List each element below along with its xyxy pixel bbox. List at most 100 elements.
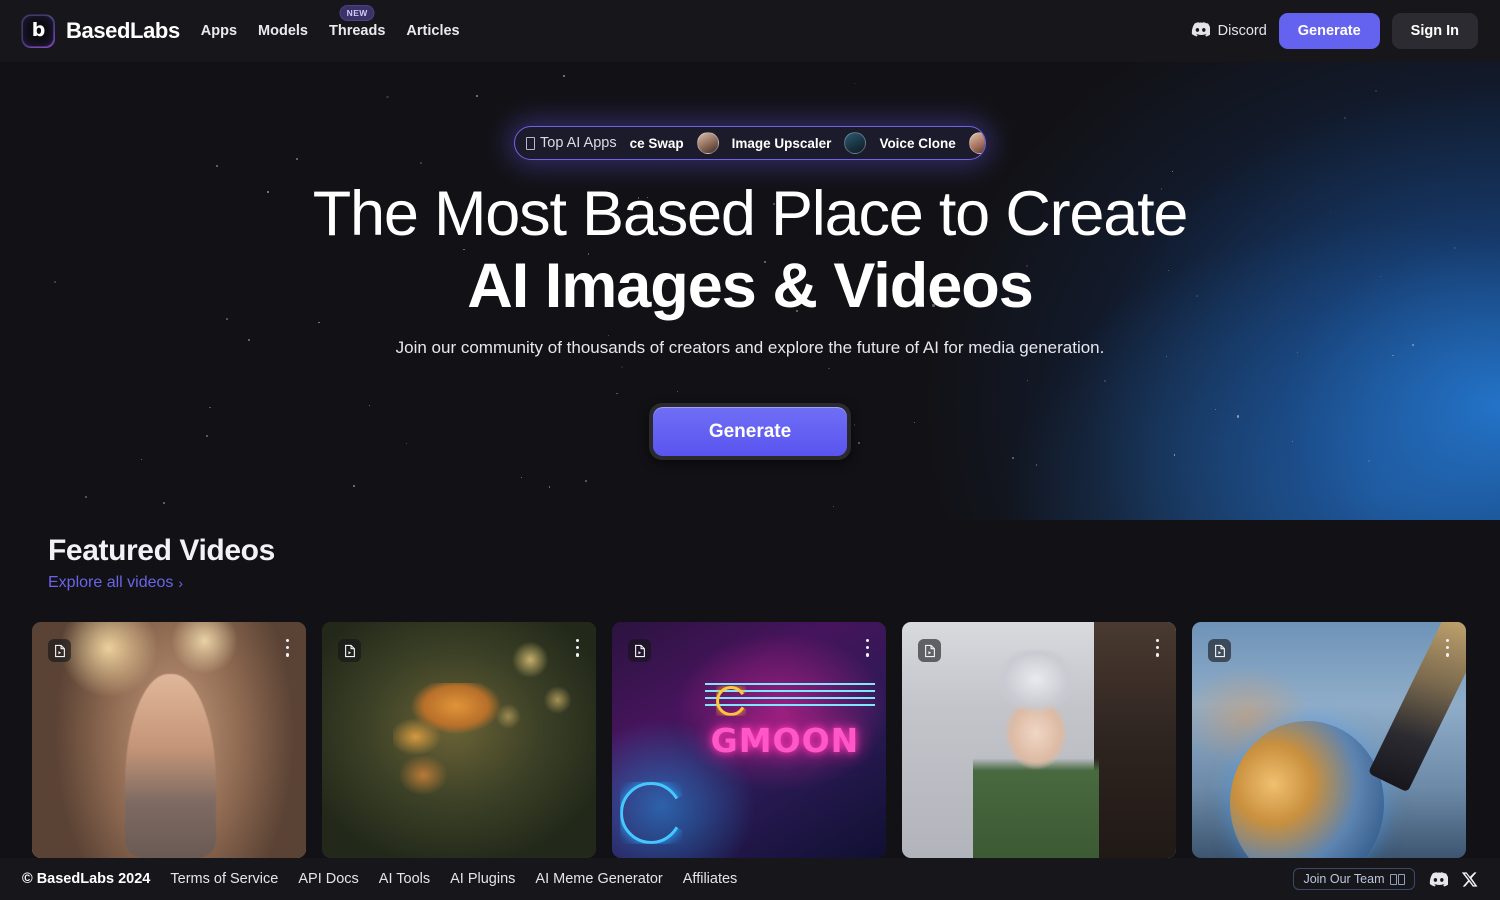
hero-subtitle: Join our community of thousands of creat… — [395, 338, 1105, 357]
main-navigation: Apps Models NEW Threads Articles — [201, 5, 460, 39]
marquee-lead: Top AI Apps — [526, 135, 617, 151]
marquee-item-voice-clone[interactable]: Voice Clone — [879, 136, 955, 151]
star-dot — [585, 480, 587, 482]
header-actions: Discord Generate Sign In — [1190, 13, 1478, 49]
star-dot — [386, 95, 389, 98]
featured-header: Featured Videos Explore all videos › — [48, 534, 275, 592]
star-dot — [1375, 90, 1378, 93]
us-flag-icon — [1389, 873, 1405, 885]
star-dot — [1035, 464, 1038, 466]
footer-link-ai-plugins[interactable]: AI Plugins — [450, 871, 515, 887]
card-menu-button[interactable] — [575, 639, 579, 657]
star-dot — [295, 157, 298, 160]
star-dot — [84, 495, 87, 498]
nav-item-apps[interactable]: Apps — [201, 23, 237, 39]
hero-section: Top AI Apps ce Swap Image Upscaler Voice… — [0, 62, 1500, 520]
nav-item-articles[interactable]: Articles — [406, 23, 459, 39]
top-header: b BasedLabs Apps Models NEW Threads Arti… — [0, 0, 1500, 62]
marquee-avatar-3 — [968, 132, 985, 154]
footer-link-api-docs[interactable]: API Docs — [298, 871, 358, 887]
footer-links: © BasedLabs 2024 Terms of Service API Do… — [22, 871, 737, 887]
star-dot — [419, 161, 422, 164]
top-ai-apps-marquee[interactable]: Top AI Apps ce Swap Image Upscaler Voice… — [514, 126, 986, 160]
star-dot — [913, 421, 916, 424]
x-twitter-icon[interactable] — [1461, 871, 1478, 888]
star-dot — [616, 393, 618, 395]
discord-link[interactable]: Discord — [1190, 21, 1267, 41]
page-footer: © BasedLabs 2024 Terms of Service API Do… — [0, 858, 1500, 900]
video-file-icon — [338, 639, 361, 662]
star-dot — [163, 502, 165, 504]
star-dot — [209, 407, 211, 409]
video-card-electric-golf-ball[interactable] — [1192, 622, 1466, 858]
copyright-text: © BasedLabs 2024 — [22, 871, 151, 887]
video-file-icon — [1208, 639, 1231, 662]
section-title: Featured Videos — [48, 534, 275, 567]
star-dot — [853, 82, 855, 84]
video-file-icon — [918, 639, 941, 662]
sparkle-icon — [526, 136, 535, 150]
marquee-item-image-upscaler[interactable]: Image Upscaler — [732, 136, 832, 151]
footer-link-terms-of-service[interactable]: Terms of Service — [170, 871, 278, 887]
video-file-icon — [628, 639, 651, 662]
hero-title-line-1: The Most Based Place to Create — [312, 179, 1189, 249]
star-dot — [676, 391, 678, 393]
star-dot — [828, 367, 831, 370]
video-card-neon-gmoon-arcade[interactable]: GMOON — [612, 622, 886, 858]
generate-button-hero[interactable]: Generate — [653, 407, 847, 456]
star-dot — [216, 165, 219, 168]
video-card-portrait-woman-interior[interactable] — [32, 622, 306, 858]
chevron-right-icon: › — [178, 575, 184, 591]
nav-label: Apps — [200, 23, 238, 39]
footer-social: Join Our Team — [1293, 868, 1478, 890]
star-dot — [1344, 117, 1347, 120]
star-dot — [621, 365, 623, 368]
video-card-autumn-leaf-fairy[interactable] — [322, 622, 596, 858]
join-our-team-badge[interactable]: Join Our Team — [1293, 868, 1415, 890]
discord-icon[interactable] — [1428, 871, 1448, 887]
star-dot — [1368, 460, 1371, 463]
brand-logo[interactable]: b BasedLabs — [21, 14, 180, 48]
footer-link-affiliates[interactable]: Affiliates — [683, 871, 738, 887]
marquee-item-face-swap[interactable]: ce Swap — [630, 136, 684, 151]
star-dot — [854, 424, 856, 426]
star-dot — [833, 505, 835, 507]
star-dot — [405, 443, 407, 445]
card-menu-button[interactable] — [285, 639, 289, 657]
join-team-label: Join Our Team — [1303, 872, 1385, 886]
star-dot — [520, 477, 522, 479]
generate-button-frame: Generate — [649, 403, 851, 460]
star-dot — [1012, 457, 1015, 459]
logo-letter: b — [31, 18, 46, 41]
sign-in-button[interactable]: Sign In — [1391, 13, 1478, 49]
card-menu-button[interactable] — [1155, 639, 1159, 657]
star-dot — [476, 95, 478, 98]
star-dot — [206, 434, 209, 437]
hero-title-line-2: AI Images & Videos — [467, 251, 1034, 322]
nav-item-models[interactable]: Models — [258, 23, 308, 39]
star-dot — [1171, 170, 1173, 172]
new-badge: NEW — [339, 5, 375, 21]
video-thumbnail — [322, 622, 596, 858]
explore-all-videos-link[interactable]: Explore all videos › — [48, 574, 183, 592]
video-card-anime-cat-boy[interactable] — [902, 622, 1176, 858]
discord-label: Discord — [1217, 23, 1267, 39]
video-card-grid: GMOON — [32, 622, 1466, 858]
card-menu-button[interactable] — [1445, 639, 1449, 657]
card-menu-button[interactable] — [865, 639, 869, 657]
generate-button-header[interactable]: Generate — [1278, 13, 1380, 49]
footer-link-ai-tools[interactable]: AI Tools — [379, 871, 430, 887]
video-file-icon — [48, 639, 71, 662]
star-dot — [549, 486, 551, 488]
footer-link-ai-meme-generator[interactable]: AI Meme Generator — [535, 871, 662, 887]
marquee-track: Top AI Apps ce Swap Image Upscaler Voice… — [515, 132, 985, 154]
nav-item-threads[interactable]: NEW Threads — [329, 5, 385, 39]
star-dot — [368, 404, 370, 406]
star-dot — [140, 458, 142, 460]
discord-icon — [1190, 21, 1211, 41]
marquee-avatar-1 — [696, 132, 719, 154]
star-dot — [1174, 454, 1176, 456]
marquee-avatar-2 — [844, 132, 867, 154]
star-dot — [857, 442, 860, 445]
star-dot — [1291, 440, 1293, 442]
